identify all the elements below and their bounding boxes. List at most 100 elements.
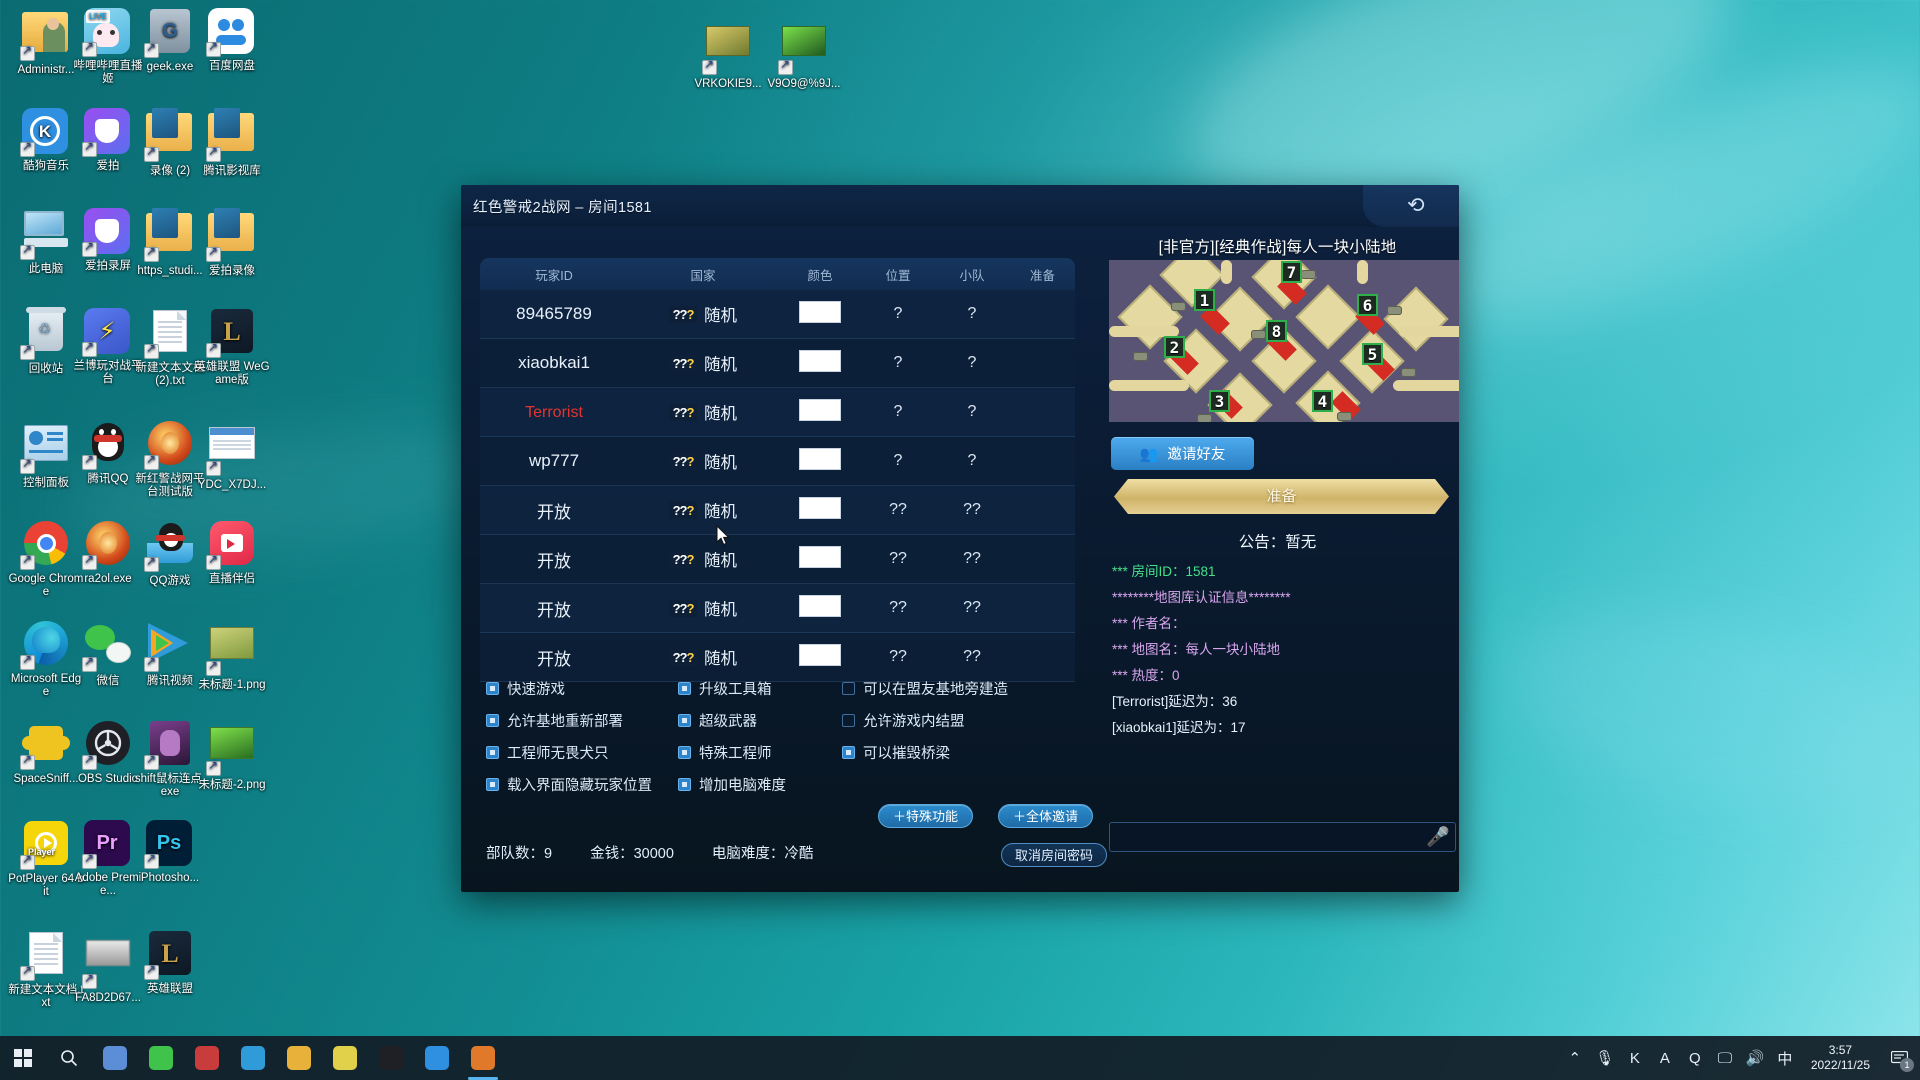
desktop-icon[interactable]: VRKOKIE9...: [690, 18, 766, 91]
app-blue-taskbar-icon[interactable]: [230, 1036, 276, 1080]
checkbox-unchecked-icon[interactable]: [842, 713, 855, 727]
player-team[interactable]: ??: [934, 550, 1010, 568]
player-row[interactable]: 89465789??? 随机??: [480, 290, 1075, 339]
player-team[interactable]: ??: [934, 501, 1010, 519]
player-team[interactable]: ?: [934, 354, 1010, 372]
player-country[interactable]: ??? 随机: [628, 547, 778, 571]
taskbar-clock[interactable]: 3:57 2022/11/25: [1805, 1043, 1876, 1073]
network-tray-icon[interactable]: 🖵: [1715, 1048, 1735, 1068]
option-checkbox-row[interactable]: 增加电脑难度: [678, 768, 830, 800]
desktop-icon[interactable]: L 英雄联盟: [132, 930, 208, 996]
table-header-position[interactable]: 位置: [862, 265, 934, 284]
table-header-id[interactable]: 玩家ID: [480, 265, 628, 284]
obs-taskbar-icon[interactable]: [368, 1036, 414, 1080]
player-row[interactable]: Terrorist??? 随机??: [480, 388, 1075, 437]
option-checkbox-row[interactable]: 快速游戏: [486, 672, 674, 704]
checkbox-checked-icon[interactable]: [678, 777, 691, 791]
player-color[interactable]: [778, 594, 862, 622]
desktop-icon[interactable]: 百度网盘: [194, 8, 270, 73]
player-country[interactable]: ??? 随机: [628, 596, 778, 620]
option-checkbox-row[interactable]: 升级工具箱: [678, 672, 830, 704]
player-position[interactable]: ?: [862, 305, 934, 323]
invite-friend-button[interactable]: 👥 邀请好友: [1111, 437, 1254, 470]
player-position[interactable]: ?: [862, 354, 934, 372]
player-row[interactable]: 开放??? 随机????: [480, 486, 1075, 535]
map-position-1[interactable]: 1: [1194, 289, 1215, 311]
checkbox-checked-icon[interactable]: [486, 713, 499, 727]
checkbox-checked-icon[interactable]: [842, 745, 855, 759]
ime-tray-icon[interactable]: 中: [1775, 1048, 1795, 1068]
map-position-2[interactable]: 2: [1164, 336, 1185, 358]
player-color[interactable]: [778, 349, 862, 377]
special-function-button[interactable]: ＋特殊功能: [878, 804, 974, 828]
player-color[interactable]: [778, 643, 862, 671]
player-color[interactable]: [778, 545, 862, 573]
explorer-taskbar-icon[interactable]: [322, 1036, 368, 1080]
microphone-tray-icon[interactable]: 🎙: [1595, 1048, 1615, 1068]
player-row[interactable]: xiaobkai1??? 随机??: [480, 339, 1075, 388]
player-position[interactable]: ??: [862, 501, 934, 519]
taskview-icon[interactable]: [92, 1036, 138, 1080]
map-position-5[interactable]: 5: [1362, 343, 1383, 365]
checkbox-checked-icon[interactable]: [678, 713, 691, 727]
player-row[interactable]: wp777??? 随机??: [480, 437, 1075, 486]
player-color[interactable]: [778, 398, 862, 426]
map-position-8[interactable]: 8: [1266, 320, 1287, 342]
checkbox-unchecked-icon[interactable]: [842, 681, 855, 695]
player-team[interactable]: ?: [934, 403, 1010, 421]
checkbox-checked-icon[interactable]: [678, 681, 691, 695]
player-team[interactable]: ?: [934, 305, 1010, 323]
checkbox-checked-icon[interactable]: [678, 745, 691, 759]
desktop-icon[interactable]: YDC_X7DJ...: [194, 420, 270, 492]
kugou-tray-icon[interactable]: K: [1625, 1048, 1645, 1068]
map-position-7[interactable]: 7: [1281, 261, 1302, 283]
ra2-taskbar-icon[interactable]: [460, 1036, 506, 1080]
map-position-4[interactable]: 4: [1312, 390, 1333, 412]
option-checkbox-row[interactable]: 允许游戏内结盟: [842, 704, 1072, 736]
player-team[interactable]: ??: [934, 648, 1010, 666]
chevron-up-icon[interactable]: ⌃: [1565, 1048, 1585, 1068]
option-checkbox-row[interactable]: 可以在盟友基地旁建造: [842, 672, 1072, 704]
qq-tray-icon[interactable]: Q: [1685, 1048, 1705, 1068]
desktop-icon[interactable]: 直播伴侣: [194, 520, 270, 586]
player-country[interactable]: ??? 随机: [628, 351, 778, 375]
refresh-icon[interactable]: ⟲: [1407, 195, 1429, 217]
wechat-taskbar-icon[interactable]: [138, 1036, 184, 1080]
desktop-icon[interactable]: 爱拍录像: [194, 208, 270, 278]
game-taskbar-icon[interactable]: [184, 1036, 230, 1080]
player-color[interactable]: [778, 496, 862, 524]
option-checkbox-row[interactable]: 特殊工程师: [678, 736, 830, 768]
table-header-country[interactable]: 国家: [628, 265, 778, 284]
table-header-color[interactable]: 颜色: [778, 265, 862, 284]
checkbox-checked-icon[interactable]: [486, 745, 499, 759]
player-position[interactable]: ??: [862, 550, 934, 568]
player-country[interactable]: ??? 随机: [628, 645, 778, 669]
map-position-6[interactable]: 6: [1357, 294, 1378, 316]
option-checkbox-row[interactable]: 超级武器: [678, 704, 830, 736]
chat-input[interactable]: [1110, 823, 1418, 851]
kugou-taskbar-icon[interactable]: [414, 1036, 460, 1080]
player-country[interactable]: ??? 随机: [628, 302, 778, 326]
checkbox-checked-icon[interactable]: [486, 777, 499, 791]
player-color[interactable]: [778, 447, 862, 475]
volume-tray-icon[interactable]: 🔊: [1745, 1048, 1765, 1068]
option-checkbox-row[interactable]: 工程师无畏犬只: [486, 736, 674, 768]
table-header-ready[interactable]: 准备: [1010, 265, 1075, 284]
player-team[interactable]: ?: [934, 452, 1010, 470]
notification-center-icon[interactable]: 1: [1886, 1046, 1914, 1072]
player-country[interactable]: ??? 随机: [628, 400, 778, 424]
chrome-taskbar-icon[interactable]: [276, 1036, 322, 1080]
player-row[interactable]: 开放??? 随机????: [480, 535, 1075, 584]
player-team[interactable]: ??: [934, 599, 1010, 617]
desktop-icon[interactable]: Ps Photosho...: [132, 820, 208, 885]
ready-button[interactable]: 准备: [1114, 479, 1449, 514]
player-position[interactable]: ?: [862, 403, 934, 421]
player-position[interactable]: ??: [862, 648, 934, 666]
player-country[interactable]: ??? 随机: [628, 498, 778, 522]
desktop-icon[interactable]: V9O9@%9J...: [766, 18, 842, 91]
player-row[interactable]: 开放??? 随机????: [480, 584, 1075, 633]
map-position-3[interactable]: 3: [1209, 390, 1230, 412]
search-icon[interactable]: [46, 1036, 92, 1080]
windows-start-icon[interactable]: [0, 1036, 46, 1080]
player-color[interactable]: [778, 300, 862, 328]
